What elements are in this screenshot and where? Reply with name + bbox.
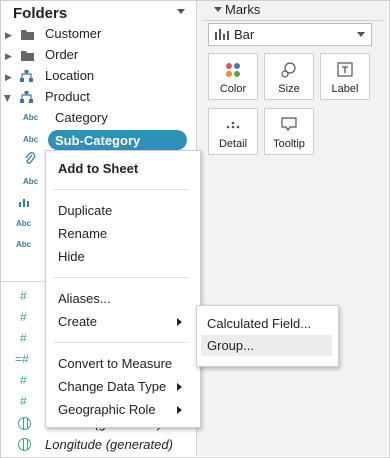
tooltip-card[interactable]: Tooltip [264,108,314,155]
chevron-right-icon[interactable]: ▶ [5,72,12,83]
menu-item-change-data-type[interactable]: Change Data Type [58,379,166,394]
color-card[interactable]: Color [208,53,258,100]
menu-separator [54,342,188,343]
folders-title: Folders [13,5,68,22]
menu-item-rename[interactable]: Rename [58,226,107,241]
size-card[interactable]: Size [264,53,314,100]
label-card[interactable]: Label [320,53,370,100]
string-type-icon: Abc [23,135,39,144]
string-type-icon: Abc [16,219,32,228]
marks-header-divider [203,20,383,21]
menu-item-geographic-role[interactable]: Geographic Role [58,402,156,417]
submenu-item-calculated-field[interactable]: Calculated Field... [207,316,311,331]
folder-row-order[interactable]: ▶ Order [0,45,195,66]
number-type-icon: # [20,331,27,345]
hierarchy-row-product[interactable]: ▶ Product [0,87,195,108]
menu-item-duplicate[interactable]: Duplicate [58,203,112,218]
menu-item-add-to-sheet[interactable]: Add to Sheet [58,161,138,176]
bar-chart-icon [215,29,229,40]
detail-card-label: Detail [218,138,248,150]
chevron-right-icon[interactable]: ▶ [5,51,12,62]
chevron-right-icon[interactable]: ▶ [5,30,12,41]
tooltip-bubble-icon [281,117,297,132]
folder-row-customer[interactable]: ▶ Customer [0,24,195,45]
marks-title: Marks [225,2,261,17]
string-type-icon: Abc [16,240,32,249]
hierarchy-icon [20,91,33,103]
field-label: Longitude (generated) [45,437,173,452]
globe-icon [18,417,31,430]
field-label: Category [55,110,108,125]
mark-type-dropdown[interactable]: Bar [208,23,372,46]
folder-label: Customer [45,26,102,41]
create-submenu: Calculated Field... Group... [196,305,339,367]
hierarchy-row-location[interactable]: ▶ Location [0,66,195,87]
menu-item-aliases[interactable]: Aliases... [58,291,111,306]
marks-collapse-caret-icon[interactable] [214,7,222,12]
string-type-icon: Abc [23,177,39,186]
mark-type-value: Bar [234,27,255,42]
submenu-item-group[interactable]: Group... [207,338,254,353]
hierarchy-icon [20,70,33,82]
folder-icon [21,30,34,40]
color-card-label: Color [219,83,247,95]
size-icon [281,62,296,78]
label-text-icon [337,62,353,77]
number-type-icon: # [20,310,27,324]
label-card-label: Label [331,83,359,95]
folders-menu-caret-icon[interactable] [177,9,185,14]
menu-separator [54,277,188,278]
detail-dots-icon [226,121,240,129]
chevron-down-icon [357,32,365,37]
field-context-menu: Add to Sheet Duplicate Rename Hide Alias… [45,150,201,428]
folder-icon [21,51,34,61]
tooltip-card-label: Tooltip [273,138,305,150]
calculated-number-icon: =# [15,352,29,366]
submenu-arrow-icon [177,406,182,414]
number-type-icon: # [20,394,27,408]
folder-label: Order [45,47,79,62]
bin-icon [19,199,29,207]
size-card-label: Size [278,83,300,95]
menu-item-create[interactable]: Create [58,314,97,329]
globe-icon [18,438,31,451]
submenu-arrow-icon [177,318,182,326]
paperclip-icon [25,152,36,164]
number-type-icon: # [20,373,27,387]
selected-field-label: Sub-Category [55,133,141,148]
chevron-down-icon[interactable]: ▶ [2,95,13,102]
menu-item-convert-to-measure[interactable]: Convert to Measure [58,356,172,371]
submenu-arrow-icon [177,383,182,391]
field-row-category[interactable]: Abc Category [0,108,195,129]
string-type-icon: Abc [23,113,39,122]
menu-separator [54,189,188,190]
hierarchy-label: Product [45,89,90,104]
field-row-longitude[interactable]: Longitude (generated) [0,435,195,456]
number-type-icon: # [20,289,27,303]
detail-card[interactable]: Detail [208,108,258,155]
hierarchy-label: Location [45,68,95,83]
menu-item-hide[interactable]: Hide [58,249,85,264]
color-dots-icon [226,63,240,77]
